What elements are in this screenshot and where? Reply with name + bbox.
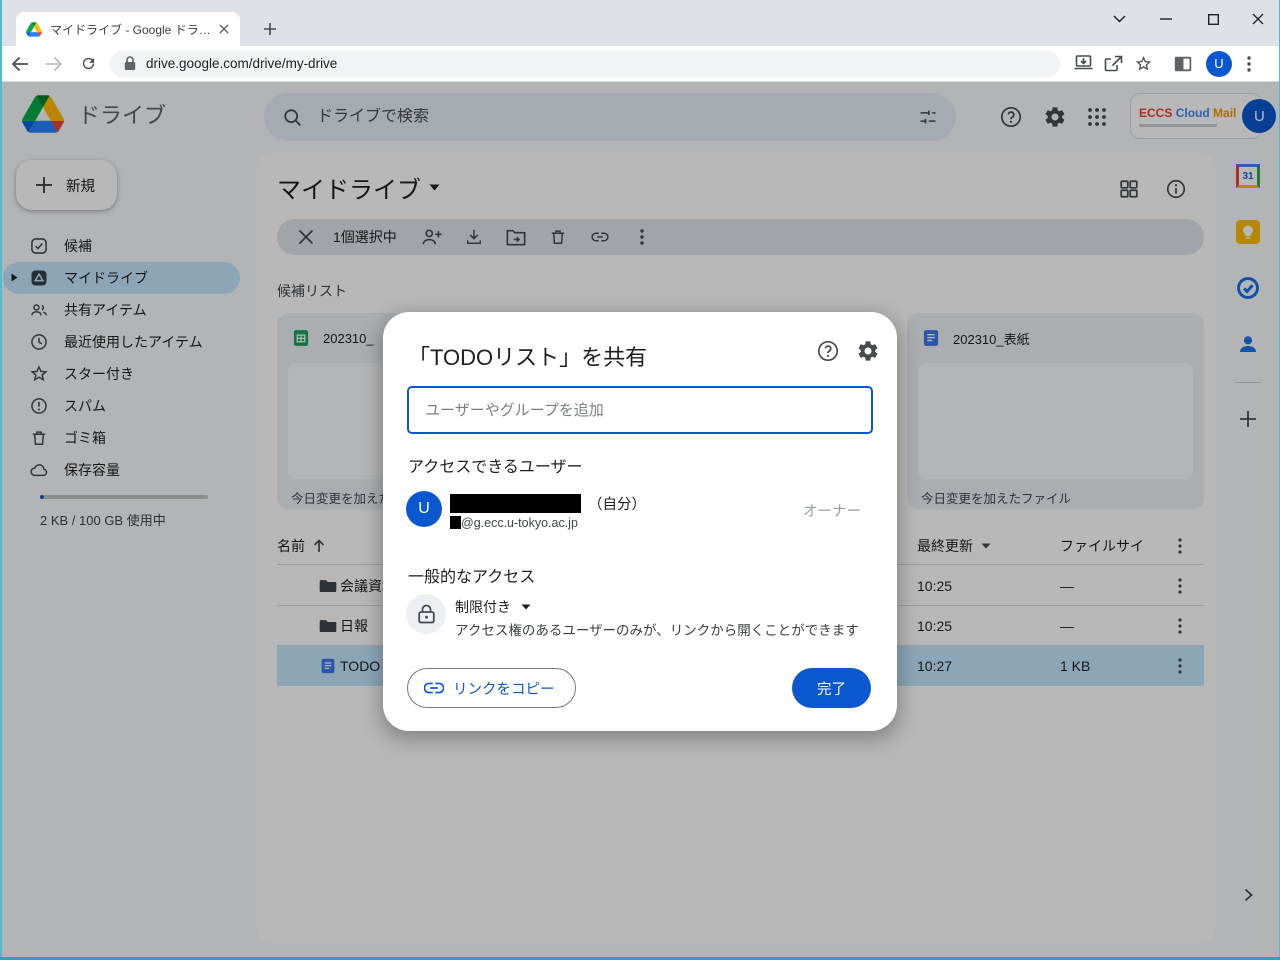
access-description: アクセス権のあるユーザーのみが、リンクから開くことができます [455,623,859,638]
drive-favicon [26,21,42,37]
close-button[interactable] [1243,6,1273,32]
drive-app: ドライブ ECCS Cloud Mail U 新規 [0,82,1280,960]
share-help-icon[interactable] [816,339,840,363]
new-tab-button[interactable] [258,17,282,41]
minimize-button[interactable] [1151,6,1181,32]
browser-tab[interactable]: マイドライブ - Google ドライブ [16,12,240,46]
browser-menu-icon[interactable] [1234,50,1264,78]
chevron-down-icon [521,604,531,610]
redacted-owner-name [450,494,581,513]
owner-avatar: U [406,491,442,527]
https-lock-icon[interactable] [124,56,136,71]
people-with-access-heading: アクセスできるユーザー [408,459,583,476]
tab-title: マイドライブ - Google ドライブ [50,22,215,37]
done-button[interactable]: 完了 [792,668,871,708]
maximize-button[interactable] [1198,6,1228,32]
browser-avatar[interactable]: U [1204,50,1234,78]
add-people-input[interactable] [407,386,873,434]
owner-email-row: @g.ecc.u-tokyo.ac.jp [450,515,578,530]
redacted-email-prefix [450,516,461,529]
install-icon[interactable] [1068,50,1098,78]
tab-search-icon[interactable] [1104,6,1134,32]
restricted-lock-badge [406,594,446,634]
link-icon [424,682,444,694]
tab-close-icon[interactable] [215,21,232,38]
owner-name-row: （自分） [450,494,646,513]
back-icon[interactable] [6,50,34,78]
side-panel-icon[interactable] [1168,50,1198,78]
access-level-dropdown[interactable]: 制限付き [455,597,531,617]
url-text: drive.google.com/drive/my-drive [146,56,338,71]
share-settings-icon[interactable] [856,339,880,363]
browser-window: マイドライブ - Google ドライブ drive.google.com/dr… [0,0,1280,960]
owner-role-label: オーナー [803,504,861,520]
copy-link-button[interactable]: リンクをコピー [407,668,576,708]
address-bar[interactable]: drive.google.com/drive/my-drive [110,49,1060,78]
reload-icon[interactable] [74,50,102,78]
lock-icon [417,604,435,624]
tab-strip: マイドライブ - Google ドライブ [0,0,1280,46]
share-dialog: 「TODOリスト」を共有 アクセスできるユーザー U （自分） @g.ecc.u… [383,312,897,731]
owner-email-domain: @g.ecc.u-tokyo.ac.jp [461,515,578,530]
forward-icon[interactable] [40,50,68,78]
bookmark-star-icon[interactable] [1128,50,1158,78]
browser-toolbar: drive.google.com/drive/my-drive U [0,46,1280,82]
general-access-heading: 一般的なアクセス [408,569,536,586]
share-dialog-title: 「TODOリスト」を共有 [408,345,648,370]
owner-self-label: （自分） [588,497,646,513]
share-icon[interactable] [1098,50,1128,78]
